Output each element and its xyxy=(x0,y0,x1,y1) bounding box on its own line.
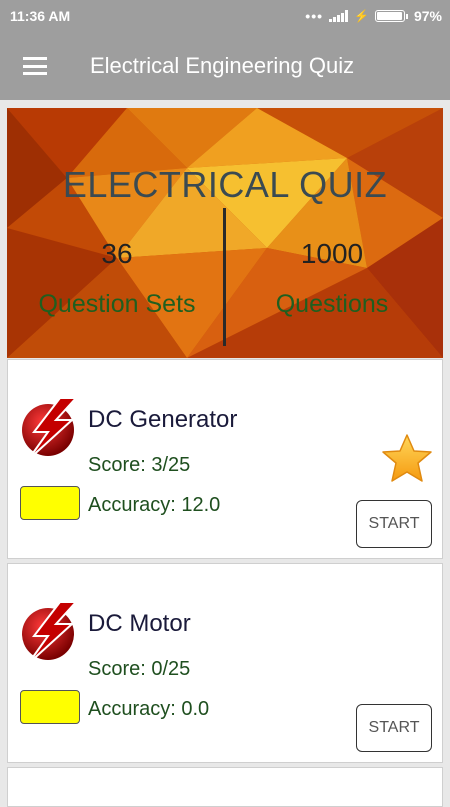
questions-label: Questions xyxy=(275,290,389,318)
hero-divider xyxy=(223,208,226,346)
lightning-logo-icon xyxy=(22,601,79,665)
hero-title: ELECTRICAL QUIZ xyxy=(62,164,388,205)
quiz-title: DC Generator xyxy=(88,406,238,433)
questions-count: 1000 xyxy=(300,238,364,269)
signal-icon xyxy=(329,10,349,22)
quiz-card[interactable]: DC Generator Score: 3/25 Accuracy: 12.0 … xyxy=(7,359,443,559)
app-title: Electrical Engineering Quiz xyxy=(90,53,355,78)
question-sets-label: Question Sets xyxy=(38,290,196,318)
charging-icon: ⚡ xyxy=(354,9,369,23)
quiz-card[interactable] xyxy=(7,767,443,807)
question-sets-count: 36 xyxy=(101,238,133,269)
quiz-card[interactable]: DC Motor Score: 0/25 Accuracy: 0.0 START xyxy=(7,563,443,763)
accuracy-indicator xyxy=(20,486,80,520)
quiz-score: Score: 3/25 xyxy=(88,454,191,476)
quiz-accuracy: Accuracy: 12.0 xyxy=(88,494,221,516)
start-button[interactable]: START xyxy=(356,500,432,548)
battery-icon xyxy=(374,10,408,22)
menu-icon[interactable] xyxy=(23,57,47,75)
app-bar: Electrical Engineering Quiz xyxy=(0,32,450,100)
lightning-logo-icon xyxy=(22,397,79,461)
accuracy-indicator xyxy=(20,690,80,724)
quiz-score: Score: 0/25 xyxy=(88,658,191,680)
notification-dots-icon: ••• xyxy=(305,8,324,24)
start-button[interactable]: START xyxy=(356,704,432,752)
hero-banner: ELECTRICAL QUIZ 36 Question Sets 1000 Qu… xyxy=(7,108,443,358)
status-bar: 11:36 AM ••• ⚡ 97% xyxy=(0,0,450,32)
battery-percent: 97% xyxy=(413,8,442,24)
status-time: 11:36 AM xyxy=(10,8,71,24)
quiz-title: DC Motor xyxy=(88,610,191,637)
quiz-accuracy: Accuracy: 0.0 xyxy=(88,698,210,720)
star-icon[interactable] xyxy=(380,432,434,486)
